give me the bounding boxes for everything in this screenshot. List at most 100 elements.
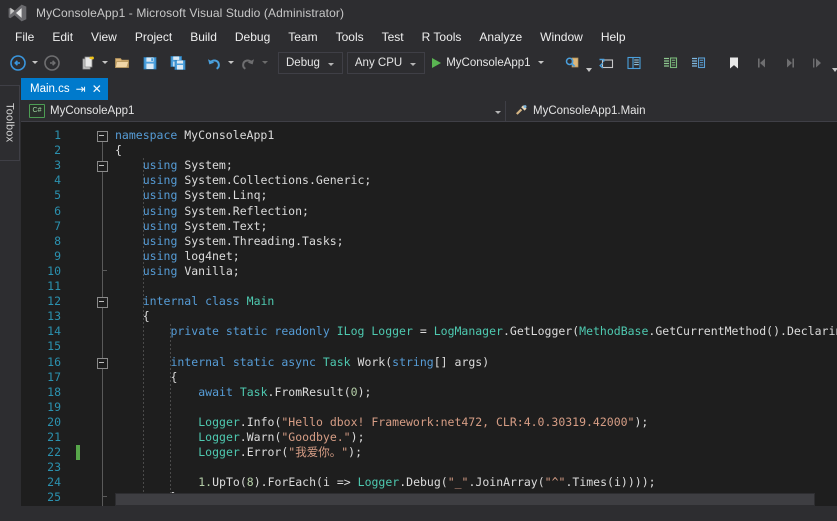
line-number: 24 bbox=[21, 475, 61, 490]
tab-label: Main.cs bbox=[30, 83, 70, 95]
line-number: 6 bbox=[21, 204, 61, 219]
previous-bookmark-icon[interactable] bbox=[748, 51, 776, 75]
line-number: 7 bbox=[21, 219, 61, 234]
menu-team[interactable]: Team bbox=[279, 27, 326, 47]
solution-configuration-value: Debug bbox=[286, 57, 320, 69]
next-bookmark-icon[interactable] bbox=[776, 51, 804, 75]
line-number: 11 bbox=[21, 279, 61, 294]
code-area[interactable]: 1namespace MyConsoleApp12{3 using System… bbox=[21, 122, 837, 506]
menu-help[interactable]: Help bbox=[592, 27, 635, 47]
undo-icon[interactable] bbox=[200, 51, 228, 75]
code-text: using System; bbox=[115, 158, 837, 173]
menu-edit[interactable]: Edit bbox=[43, 27, 82, 47]
outlining-collapse-icon[interactable] bbox=[97, 358, 108, 369]
close-icon[interactable]: ✕ bbox=[92, 83, 102, 95]
line-number: 17 bbox=[21, 370, 61, 385]
toolbar-overflow-icon[interactable] bbox=[832, 50, 837, 75]
menu-window[interactable]: Window bbox=[531, 27, 592, 47]
code-text: { bbox=[115, 309, 837, 324]
member-dropdown[interactable]: MyConsoleApp1.Main bbox=[506, 101, 837, 121]
clear-bookmarks-icon[interactable] bbox=[804, 51, 832, 75]
menu-file[interactable]: File bbox=[6, 27, 43, 47]
navigate-forward-icon[interactable] bbox=[38, 51, 66, 75]
menu-r-tools[interactable]: R Tools bbox=[413, 27, 471, 47]
menu-analyze[interactable]: Analyze bbox=[470, 27, 531, 47]
solution-platform-dropdown[interactable]: Any CPU bbox=[347, 52, 425, 74]
outlining-collapse-icon[interactable] bbox=[97, 161, 108, 172]
tab-main-cs[interactable]: Main.cs ⇥ ✕ bbox=[21, 78, 108, 100]
menu-tools[interactable]: Tools bbox=[327, 27, 373, 47]
code-text: private static readonly ILog Logger = Lo… bbox=[115, 324, 837, 339]
comment-selection-icon[interactable] bbox=[656, 51, 684, 75]
sidebar-item-toolbox[interactable]: Toolbox bbox=[0, 85, 20, 161]
document-well: Main.cs ⇥ ✕ C# MyConsoleApp1 bbox=[21, 77, 837, 506]
code-text: { bbox=[115, 370, 837, 385]
code-text: using System.Reflection; bbox=[115, 204, 837, 219]
code-line[interactable]: 2{ bbox=[21, 143, 837, 158]
redo-dropdown-icon[interactable] bbox=[262, 52, 268, 74]
code-text: using log4net; bbox=[115, 249, 837, 264]
code-text: Logger.Info("Hello dbox! Framework:net47… bbox=[115, 415, 837, 430]
save-all-icon[interactable] bbox=[164, 51, 192, 75]
document-tab-bar: Main.cs ⇥ ✕ bbox=[21, 77, 837, 100]
solution-configuration-dropdown[interactable]: Debug bbox=[278, 52, 343, 74]
line-number: 2 bbox=[21, 143, 61, 158]
window-title: MyConsoleApp1 - Microsoft Visual Studio … bbox=[36, 6, 344, 20]
menu-view[interactable]: View bbox=[82, 27, 126, 47]
code-text: await Task.FromResult(0); bbox=[115, 385, 837, 400]
code-line[interactable]: 1namespace MyConsoleApp1 bbox=[21, 128, 837, 143]
line-number: 19 bbox=[21, 400, 61, 415]
start-debugging-button[interactable]: MyConsoleApp1 bbox=[427, 52, 549, 74]
title-bar: MyConsoleApp1 - Microsoft Visual Studio … bbox=[0, 0, 837, 26]
outlining-collapse-icon[interactable] bbox=[97, 297, 108, 308]
navigate-back-icon[interactable] bbox=[4, 51, 32, 75]
open-folder-icon[interactable] bbox=[108, 51, 136, 75]
start-debugging-dropdown-icon[interactable] bbox=[536, 52, 547, 74]
line-number: 20 bbox=[21, 415, 61, 430]
visual-studio-window: MyConsoleApp1 - Microsoft Visual Studio … bbox=[0, 0, 837, 521]
start-debugging-label: MyConsoleApp1 bbox=[446, 57, 530, 69]
line-number: 18 bbox=[21, 385, 61, 400]
change-indicator bbox=[76, 445, 80, 460]
menu-debug[interactable]: Debug bbox=[226, 27, 279, 47]
line-number: 23 bbox=[21, 460, 61, 475]
chevron-down-icon bbox=[402, 57, 422, 69]
line-number: 12 bbox=[21, 294, 61, 309]
properties-window-icon[interactable] bbox=[620, 51, 648, 75]
solution-platform-value: Any CPU bbox=[355, 57, 402, 69]
code-text: internal class Main bbox=[115, 294, 837, 309]
bookmark-icon[interactable] bbox=[720, 51, 748, 75]
outlining-fold-end bbox=[102, 270, 107, 271]
member-dropdown-value: MyConsoleApp1.Main bbox=[533, 105, 646, 117]
pin-icon[interactable]: ⇥ bbox=[76, 83, 86, 95]
find-in-files-icon[interactable] bbox=[558, 51, 586, 75]
solution-explorer-icon[interactable] bbox=[592, 51, 620, 75]
code-text: using Vanilla; bbox=[115, 264, 837, 279]
menu-project[interactable]: Project bbox=[126, 27, 181, 47]
chevron-down-icon bbox=[320, 57, 340, 69]
uncomment-selection-icon[interactable] bbox=[684, 51, 712, 75]
outlining-collapse-icon[interactable] bbox=[97, 131, 108, 142]
line-number: 13 bbox=[21, 309, 61, 324]
code-text: { bbox=[115, 143, 837, 158]
line-number: 5 bbox=[21, 188, 61, 203]
menu-bar: File Edit View Project Build Debug Team … bbox=[0, 26, 837, 48]
chevron-down-icon bbox=[485, 105, 501, 117]
line-number: 14 bbox=[21, 324, 61, 339]
code-editor[interactable]: 1namespace MyConsoleApp12{3 using System… bbox=[21, 122, 837, 506]
save-icon[interactable] bbox=[136, 51, 164, 75]
project-dropdown[interactable]: C# MyConsoleApp1 bbox=[21, 101, 506, 121]
menu-build[interactable]: Build bbox=[181, 27, 226, 47]
code-text: 1.UpTo(8).ForEach(i => Logger.Debug("_".… bbox=[115, 475, 837, 490]
horizontal-scrollbar[interactable] bbox=[115, 493, 815, 506]
redo-icon[interactable] bbox=[234, 51, 262, 75]
new-project-icon[interactable] bbox=[74, 51, 102, 75]
code-text: using System.Linq; bbox=[115, 188, 837, 203]
line-number: 25 bbox=[21, 490, 61, 505]
indent-guide bbox=[170, 324, 171, 505]
menu-test[interactable]: Test bbox=[373, 27, 413, 47]
left-dock: Toolbox bbox=[0, 77, 21, 506]
code-text: using System.Collections.Generic; bbox=[115, 173, 837, 188]
code-text: using System.Threading.Tasks; bbox=[115, 234, 837, 249]
indent-guide bbox=[143, 158, 144, 506]
